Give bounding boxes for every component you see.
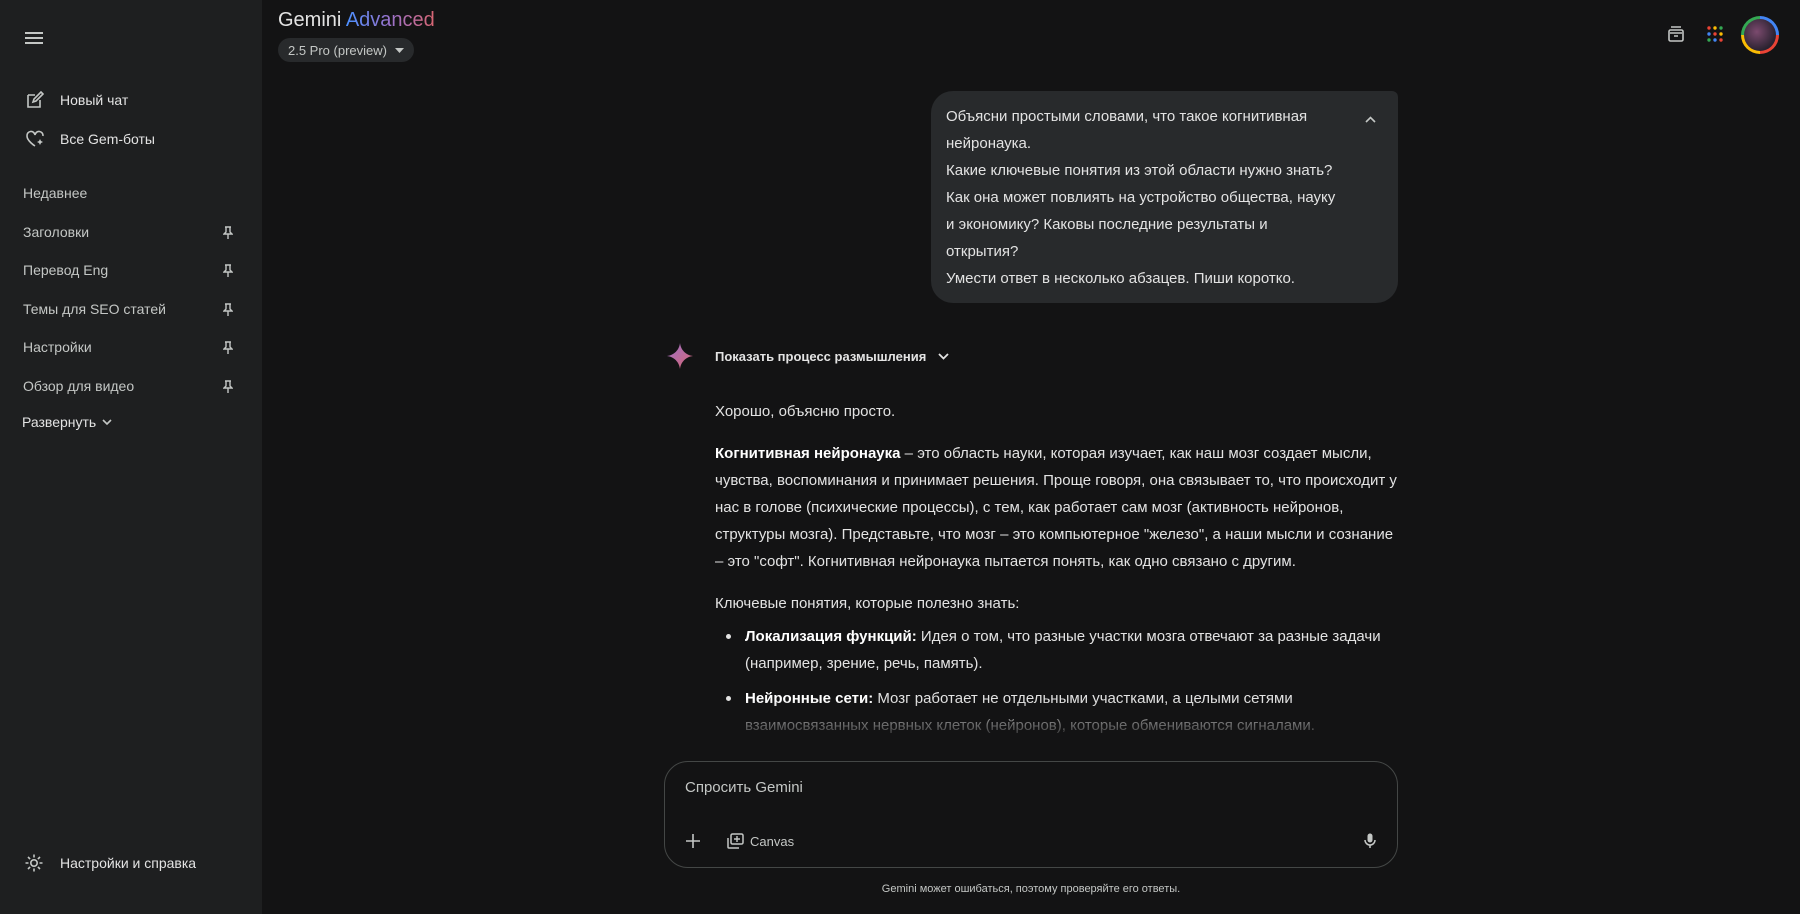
sidebar: Новый чат Все Gem-боты Недавнее Заголовк…: [0, 0, 262, 914]
new-chat-label: Новый чат: [60, 92, 129, 108]
concepts-heading: Ключевые понятия, которые полезно знать:: [715, 595, 1020, 612]
show-thinking-label: Показать процесс размышления: [715, 348, 927, 364]
plus-icon: [686, 834, 700, 848]
settings-help-button[interactable]: Настройки и справка: [24, 853, 196, 873]
canvas-label: Canvas: [750, 833, 795, 849]
recent-item-label: Обзор для видео: [23, 378, 135, 394]
archive-icon: [1668, 26, 1684, 42]
recent-item[interactable]: Настройки: [23, 335, 235, 359]
response-definition: Когнитивная нейронаука – это область нау…: [715, 440, 1400, 575]
recent-item-label: Перевод Eng: [23, 262, 109, 278]
prompt-composer[interactable]: Спросить Gemini Canvas: [664, 761, 1398, 868]
pin-icon[interactable]: [221, 340, 235, 354]
expand-label: Развернуть: [22, 414, 97, 430]
recent-item[interactable]: Заголовки: [23, 220, 235, 244]
menu-button[interactable]: [22, 26, 46, 50]
prompt-input[interactable]: Спросить Gemini: [685, 779, 803, 796]
gem-icon: [24, 128, 46, 150]
settings-icon: [25, 854, 43, 872]
brand-tier: Advanced: [345, 9, 435, 31]
caret-down-icon: [394, 47, 404, 53]
microphone-button[interactable]: [1357, 828, 1383, 854]
chevron-down-icon: [102, 418, 112, 425]
new-chat-icon: [24, 89, 46, 111]
pin-icon[interactable]: [221, 225, 235, 239]
app-title: Gemini Advanced: [278, 9, 435, 32]
expand-button[interactable]: Развернуть: [22, 414, 112, 430]
pin-icon[interactable]: [221, 379, 235, 393]
chevron-down-icon: [938, 352, 949, 360]
menu-icon: [25, 32, 43, 44]
user-message-line: Какие ключевые понятия из этой области н…: [946, 162, 1336, 260]
apps-grid-icon: [1707, 26, 1723, 42]
add-attachment-button[interactable]: [679, 827, 707, 855]
recent-item-label: Заголовки: [23, 224, 90, 240]
show-thinking-toggle[interactable]: Показать процесс размышления: [715, 346, 949, 366]
spark-icon: [667, 343, 693, 369]
collapse-message-button[interactable]: [1360, 109, 1380, 129]
user-message: Объясни простыми словами, что такое когн…: [931, 91, 1398, 303]
recent-item-label: Настройки: [23, 339, 92, 355]
apps-button[interactable]: [1703, 22, 1727, 46]
pin-icon[interactable]: [221, 263, 235, 277]
definition-text: – это область науки, которая изучает, ка…: [715, 445, 1397, 570]
gems-button[interactable]: Все Gem-боты: [24, 124, 155, 154]
recent-item[interactable]: Перевод Eng: [23, 258, 235, 282]
list-item: Локализация функций: Идея о том, что раз…: [715, 623, 1400, 677]
mic-icon: [1364, 833, 1376, 848]
new-chat-button[interactable]: Новый чат: [24, 85, 128, 115]
brand-main: Gemini: [278, 9, 342, 31]
recent-item[interactable]: Обзор для видео: [23, 374, 235, 398]
response-intro: Хорошо, объясню просто.: [715, 403, 896, 420]
pin-icon[interactable]: [221, 302, 235, 316]
recent-heading: Недавнее: [23, 185, 88, 201]
avatar[interactable]: [1741, 16, 1779, 54]
settings-help-label: Настройки и справка: [60, 855, 197, 871]
recent-item-label: Темы для SEO статей: [23, 301, 166, 317]
definition-term: Когнитивная нейронаука: [715, 445, 901, 462]
recent-item[interactable]: Темы для SEO статей: [23, 297, 235, 321]
chevron-up-icon: [1364, 115, 1376, 123]
gems-label: Все Gem-боты: [60, 131, 155, 147]
model-selector[interactable]: 2.5 Pro (preview): [278, 38, 414, 62]
scroll-fade: [660, 700, 1420, 766]
archive-button[interactable]: [1664, 22, 1688, 46]
user-message-line: Умести ответ в несколько абзацев. Пиши к…: [946, 270, 1295, 287]
concept-term: Локализация функций:: [745, 628, 917, 645]
canvas-icon: [727, 833, 744, 849]
model-label: 2.5 Pro (preview): [288, 42, 387, 58]
user-message-line: Объясни простыми словами, что такое когн…: [946, 108, 1308, 152]
disclaimer: Gemini может ошибаться, поэтому проверяй…: [881, 883, 1181, 895]
canvas-button[interactable]: Canvas: [727, 829, 794, 853]
